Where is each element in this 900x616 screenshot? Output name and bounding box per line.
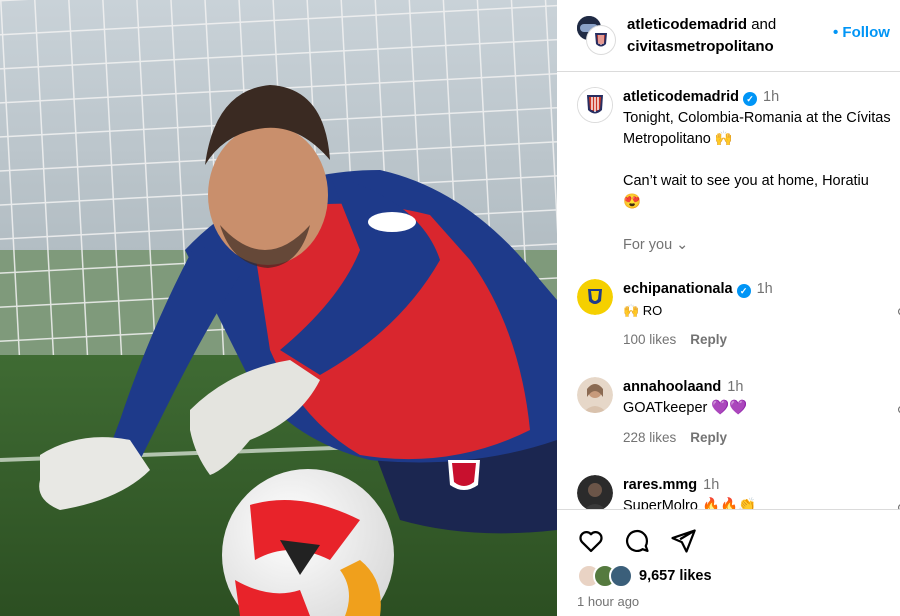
caption-avatar[interactable] (577, 87, 613, 123)
comment-username[interactable]: rares.mmg (623, 477, 697, 493)
for-you-toggle[interactable]: For you ⌄ (623, 237, 688, 253)
post-header: atleticodemadrid and civitasmetropolitan… (557, 0, 900, 72)
comment-avatar[interactable] (577, 377, 613, 413)
comment-time: 1h (703, 477, 720, 493)
comment-avatar[interactable] (577, 475, 613, 509)
header-connector: and (747, 16, 777, 33)
comment-username[interactable]: annahoolaand (623, 379, 721, 395)
post-timestamp[interactable]: 1 hour ago (577, 594, 639, 609)
caption-text: Tonight, Colombia-Romania at the Cívitas… (623, 110, 891, 210)
collaborator-username[interactable]: civitasmetropolitano (627, 38, 774, 55)
comments-scroll-area[interactable]: atleticodemadrid ✓ 1h Tonight, Colombia-Ro… (557, 72, 900, 509)
comment-meta: 100 likes Reply (623, 329, 900, 350)
owner-username[interactable]: atleticodemadrid (627, 16, 747, 33)
comment-icon[interactable] (623, 527, 651, 555)
liker-avatar[interactable] (609, 564, 633, 588)
post-photo[interactable] (0, 0, 557, 616)
comment-text: 🙌 RO (623, 303, 663, 318)
collab-avatars[interactable] (575, 14, 615, 54)
verified-badge-icon: ✓ (743, 92, 758, 106)
comment-body: annahoolaand 1h GOATkeeper 💜💜 228 likes Re… (623, 377, 900, 448)
header-usernames: atleticodemadrid and civitasmetropolitan… (627, 14, 776, 58)
reply-button[interactable]: Reply (690, 332, 727, 347)
comment-text: SuperMolro 🔥🔥👏 (623, 498, 757, 509)
heart-icon[interactable] (577, 527, 605, 555)
follow-button[interactable]: • Follow (833, 24, 890, 41)
caption-body: atleticodemadrid ✓ 1h Tonight, Colombia-Ro… (623, 87, 900, 213)
comment-body: echipanationala ✓ 1h 🙌 RO 100 likes Reply (623, 279, 900, 350)
caption-username[interactable]: atleticodemadrid (623, 89, 739, 105)
reply-button[interactable]: Reply (690, 430, 727, 445)
goalkeeper-photo (0, 0, 557, 616)
post-footer: 9,657 likes 1 hour ago (557, 509, 900, 616)
share-icon[interactable] (669, 527, 697, 555)
comment-time: 1h (756, 281, 773, 297)
comment-body: rares.mmg 1h SuperMolro 🔥🔥👏 (623, 475, 900, 509)
comment-likes[interactable]: 228 likes (623, 430, 676, 445)
comment-meta: 228 likes Reply (623, 427, 900, 448)
comment-likes[interactable]: 100 likes (623, 332, 676, 347)
post-sidebar: atleticodemadrid and civitasmetropolitan… (557, 0, 900, 616)
caption-time: 1h (763, 89, 780, 105)
comment-time: 1h (727, 379, 744, 395)
comment-username[interactable]: echipanationala (623, 281, 733, 297)
collaborator-avatar[interactable] (587, 26, 615, 54)
comment-avatar[interactable] (577, 279, 613, 315)
likes-count[interactable]: 9,657 likes (639, 568, 712, 584)
verified-badge-icon: ✓ (736, 284, 751, 298)
comment-text: GOATkeeper 💜💜 (623, 400, 748, 416)
